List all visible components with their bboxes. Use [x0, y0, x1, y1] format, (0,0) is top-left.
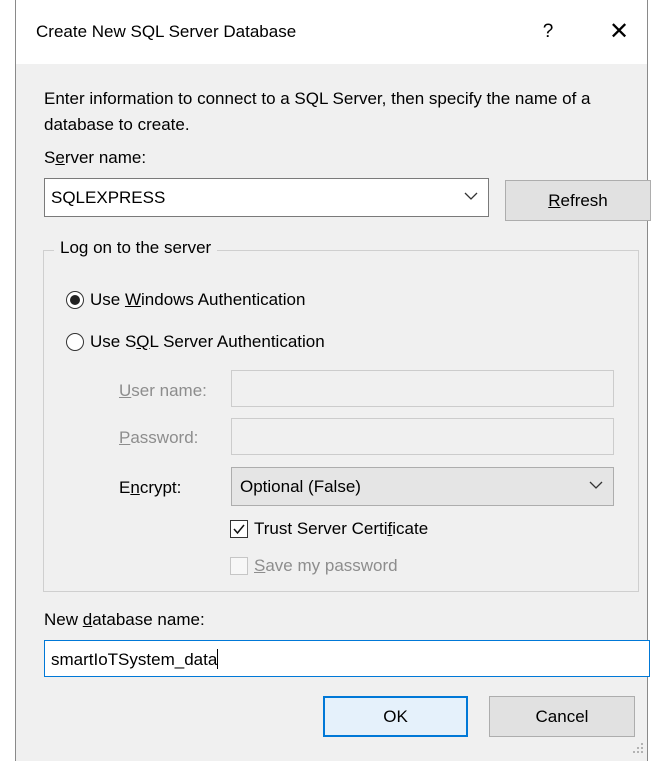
radio-unselected-icon[interactable] [66, 333, 84, 351]
windows-auth-label: Use Windows Authentication [90, 290, 306, 309]
database-name-input[interactable]: smartIoTSystem_data [44, 640, 650, 677]
chevron-down-icon[interactable] [462, 186, 480, 206]
username-label: User name: [119, 381, 207, 400]
chevron-down-icon[interactable] [587, 475, 605, 495]
cancel-button[interactable]: Cancel [489, 696, 635, 737]
password-input[interactable] [231, 418, 614, 455]
trust-server-certificate-label: Trust Server Certificate [254, 519, 429, 538]
ok-button[interactable]: OK [323, 696, 468, 737]
checkbox-empty-icon[interactable] [230, 557, 248, 575]
encrypt-value: Optional (False) [240, 477, 361, 496]
trust-server-certificate-checkbox[interactable]: Trust Server Certificate [230, 519, 428, 539]
database-name-value: smartIoTSystem_data [51, 649, 219, 669]
text-caret [217, 649, 219, 669]
instructions-text: Enter information to connect to a SQL Se… [44, 89, 591, 134]
refresh-button[interactable]: Refresh [505, 180, 651, 221]
server-name-combobox[interactable]: SQLEXPRESS [44, 178, 489, 217]
windows-auth-radio[interactable]: Use Windows Authentication [66, 290, 305, 310]
encrypt-select[interactable]: Optional (False) [231, 467, 614, 506]
server-name-label: Server name: [44, 148, 147, 167]
title-bar: Create New SQL Server Database ? ✕ [16, 0, 647, 64]
password-label: Password: [119, 428, 199, 447]
username-input[interactable] [231, 370, 614, 407]
checkmark-icon[interactable] [230, 520, 248, 538]
encrypt-label: Encrypt: [119, 478, 182, 497]
dialog-title: Create New SQL Server Database [36, 22, 297, 41]
save-password-checkbox[interactable]: Save my password [230, 556, 398, 576]
close-button[interactable]: ✕ [604, 16, 634, 48]
database-name-label: New database name: [44, 610, 205, 629]
create-database-dialog: Create New SQL Server Database ? ✕ Enter… [15, 0, 651, 761]
logon-group-legend: Log on to the server [54, 238, 218, 258]
save-password-label: Save my password [254, 556, 398, 575]
radio-selected-icon[interactable] [66, 291, 84, 309]
sql-auth-radio[interactable]: Use SQL Server Authentication [66, 332, 325, 352]
sql-auth-label: Use SQL Server Authentication [90, 332, 325, 351]
resize-grip-icon[interactable] [631, 740, 645, 754]
help-button[interactable]: ? [536, 18, 560, 46]
server-name-value: SQLEXPRESS [51, 188, 166, 207]
